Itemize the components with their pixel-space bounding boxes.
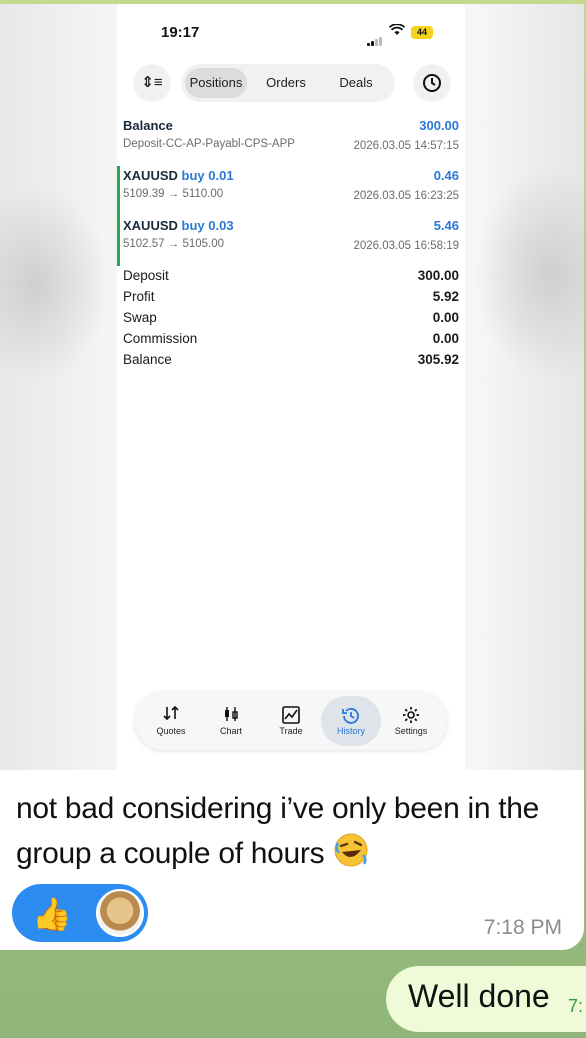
avatar[interactable] [96, 889, 144, 937]
row-value: 300.00 [419, 118, 459, 133]
attached-screenshot[interactable]: 19:17 44 ⇕≡ Positions Orders Deals Balan… [0, 4, 584, 770]
tab-quotes[interactable]: Quotes [141, 696, 201, 746]
rofl-face-icon [332, 831, 370, 869]
summary-row: Deposit 300.00 [123, 268, 459, 289]
tab-label: Settings [394, 726, 428, 736]
summary-value: 0.00 [432, 331, 459, 346]
clock-icon[interactable] [413, 64, 451, 102]
row-date: 2026.03.05 16:23:25 [353, 190, 459, 202]
message-time: 7:18 PM [483, 916, 562, 939]
status-time: 19:17 [161, 24, 200, 41]
outgoing-message-bubble[interactable]: Well done 7: [386, 966, 586, 1032]
summary-row: Balance 305.92 [123, 352, 459, 373]
summary-value: 0.00 [432, 310, 459, 325]
reaction-bar[interactable]: 👍 [12, 884, 148, 942]
tab-deals[interactable]: Deals [325, 68, 387, 98]
signal-icon [367, 28, 383, 46]
tab-label: Quotes [156, 726, 186, 736]
tab-positions[interactable]: Positions [185, 68, 247, 98]
history-icon [321, 696, 381, 724]
reply-text: Well done [408, 978, 550, 1014]
status-bar: 19:17 44 [117, 22, 465, 46]
wifi-icon [388, 23, 406, 39]
list-item[interactable]: Balance Deposit-CC-AP-Payabl-CPS-APP 300… [117, 116, 465, 166]
summary-value: 300.00 [417, 268, 459, 283]
row-side: buy 0.03 [181, 218, 234, 233]
tab-label: History [336, 726, 365, 736]
summary-label: Profit [123, 289, 155, 304]
message-text: not bad considering i’ve only been in th… [16, 786, 576, 876]
tab-orders[interactable]: Orders [255, 68, 317, 98]
summary-label: Commission [123, 331, 198, 346]
sort-icon[interactable]: ⇕≡ [133, 64, 171, 102]
row-title: XAUUSD buy 0.01 [123, 168, 459, 183]
thumbs-up-reaction[interactable]: 👍 [30, 892, 74, 936]
list-item[interactable]: XAUUSD buy 0.03 5102.57 → 5105.00 5.46 2… [117, 216, 465, 266]
history-list: Balance Deposit-CC-AP-Payabl-CPS-APP 300… [117, 116, 465, 266]
row-symbol: XAUUSD [123, 168, 178, 183]
arrows-updown-icon [141, 696, 201, 721]
tab-chart[interactable]: Chart [201, 696, 261, 746]
summary-label: Balance [123, 352, 172, 367]
segmented-control: Positions Orders Deals [181, 64, 395, 102]
tab-label: Chart [219, 726, 242, 736]
candlestick-icon [201, 696, 261, 721]
row-value: 5.46 [433, 218, 459, 233]
history-summary: Deposit 300.00 Profit 5.92 Swap 0.00 Commis… [123, 268, 459, 373]
summary-value: 5.92 [432, 289, 459, 304]
summary-value: 305.92 [417, 352, 459, 367]
tab-settings[interactable]: Settings [381, 696, 441, 746]
gear-icon [381, 696, 441, 723]
tab-label: Trade [279, 726, 303, 736]
incoming-message-bubble[interactable]: 19:17 44 ⇕≡ Positions Orders Deals Balan… [0, 4, 584, 950]
tab-history[interactable]: History [321, 696, 381, 746]
row-symbol: XAUUSD [123, 218, 178, 233]
reply-time: 7: [568, 996, 584, 1016]
battery-indicator: 44 [411, 26, 433, 39]
list-item[interactable]: XAUUSD buy 0.01 5109.39 → 5110.00 0.46 2… [117, 166, 465, 216]
row-title: Balance [123, 118, 173, 133]
summary-row: Profit 5.92 [123, 289, 459, 310]
row-title: XAUUSD buy 0.03 [123, 218, 459, 233]
message-body: not bad considering i’ve only been in th… [16, 792, 540, 870]
blur-right [474, 164, 584, 384]
summary-label: Deposit [123, 268, 169, 283]
summary-row: Commission 0.00 [123, 331, 459, 352]
trade-chart-icon [261, 696, 321, 724]
history-toolbar: ⇕≡ Positions Orders Deals [129, 62, 451, 104]
summary-row: Swap 0.00 [123, 310, 459, 331]
phone-screen: 19:17 44 ⇕≡ Positions Orders Deals Balan… [117, 4, 465, 770]
row-date: 2026.03.05 14:57:15 [353, 140, 459, 152]
row-value: 0.46 [433, 168, 459, 183]
row-side: buy 0.01 [181, 168, 234, 183]
tab-trade[interactable]: Trade [261, 696, 321, 746]
blur-left [0, 184, 110, 384]
row-date: 2026.03.05 16:58:19 [353, 240, 459, 252]
bottom-tab-bar: Quotes Chart Trade History Settings [135, 692, 447, 750]
summary-label: Swap [123, 310, 157, 325]
